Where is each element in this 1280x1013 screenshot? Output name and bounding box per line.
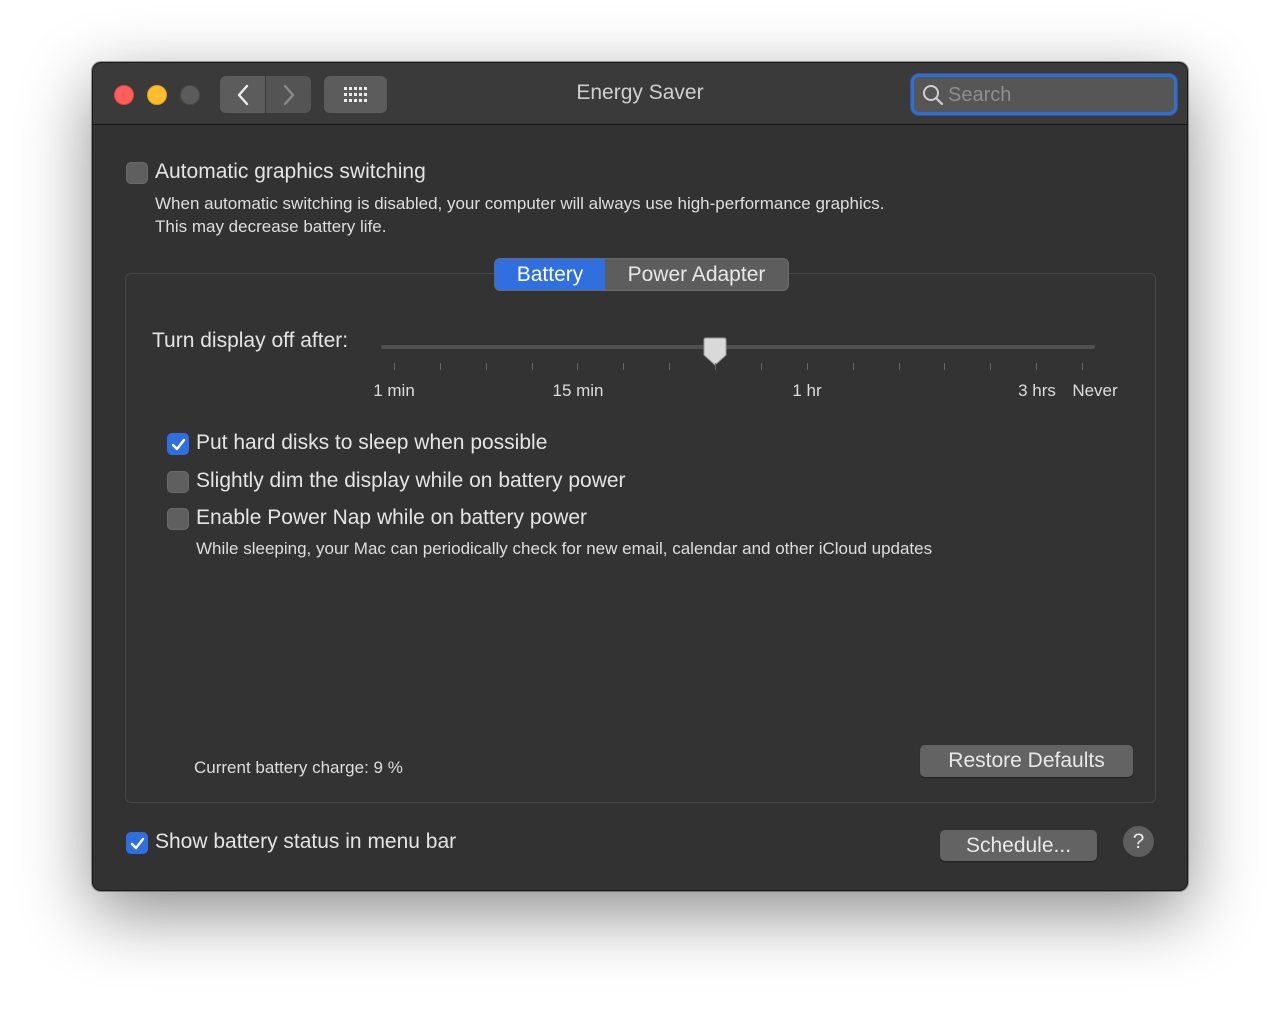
checkmark-icon	[171, 438, 186, 451]
slider-tick	[761, 363, 762, 370]
minimize-button[interactable]	[147, 85, 167, 105]
tick-label-15-min: 15 min	[552, 381, 604, 400]
slider-tick	[807, 363, 808, 370]
display-off-slider-track[interactable]	[381, 345, 1095, 349]
tab-battery[interactable]: Battery	[495, 259, 605, 290]
search-input[interactable]	[946, 81, 1166, 109]
power-nap-description: While sleeping, your Mac can periodicall…	[196, 539, 933, 558]
show-battery-status-label: Show battery status in menu bar	[155, 830, 457, 853]
tick-label-3-hrs: 3 hrs	[1018, 381, 1056, 400]
close-button[interactable]	[114, 85, 134, 105]
display-off-label: Turn display off after:	[152, 329, 349, 352]
zoom-button	[180, 85, 200, 105]
tab-power-adapter[interactable]: Power Adapter	[605, 259, 788, 290]
graphics-switching-label: Automatic graphics switching	[155, 160, 426, 183]
tick-label-never: Never	[1072, 381, 1118, 400]
schedule-button[interactable]: Schedule...	[940, 830, 1097, 861]
slider-tick	[440, 363, 441, 370]
graphics-description-line1: When automatic switching is disabled, yo…	[155, 194, 885, 213]
show-all-grid-icon	[343, 86, 367, 102]
slider-tick	[1082, 363, 1083, 370]
dim-display-checkbox[interactable]	[167, 471, 189, 493]
graphics-description-line2: This may decrease battery life.	[155, 217, 387, 236]
chevron-right-icon	[283, 84, 294, 105]
chevron-left-icon	[237, 84, 248, 105]
slider-tick	[623, 363, 624, 370]
power-nap-label: Enable Power Nap while on battery power	[196, 506, 588, 529]
help-button[interactable]: ?	[1123, 826, 1154, 857]
slider-tick	[1036, 363, 1037, 370]
search-icon	[923, 85, 944, 106]
show-battery-status-checkbox[interactable]	[126, 832, 148, 854]
slider-tick	[577, 363, 578, 370]
forward-button[interactable]	[265, 76, 311, 113]
power-source-tabs: Battery Power Adapter	[494, 258, 789, 291]
slider-tick	[899, 363, 900, 370]
hard-disks-sleep-label: Put hard disks to sleep when possible	[196, 431, 548, 454]
slider-tick	[853, 363, 854, 370]
tick-label-1-min: 1 min	[373, 381, 415, 400]
slider-tick	[944, 363, 945, 370]
title-bar: Energy Saver	[93, 63, 1187, 125]
battery-charge-text: Current battery charge: 9 %	[194, 758, 403, 777]
hard-disks-sleep-checkbox[interactable]	[167, 433, 189, 455]
slider-tick	[669, 363, 670, 370]
show-all-button[interactable]	[324, 76, 387, 113]
tick-label-1-hr: 1 hr	[792, 381, 822, 400]
search-field[interactable]	[911, 74, 1177, 115]
slider-tick	[715, 363, 716, 370]
power-nap-checkbox[interactable]	[167, 508, 189, 530]
dim-display-label: Slightly dim the display while on batter…	[196, 469, 626, 492]
back-button[interactable]	[220, 76, 265, 113]
slider-tick	[394, 363, 395, 370]
restore-defaults-button[interactable]: Restore Defaults	[920, 745, 1133, 777]
slider-tick	[532, 363, 533, 370]
energy-saver-window: Energy Saver Automatic graphics switchin…	[92, 62, 1188, 891]
graphics-switching-checkbox[interactable]	[126, 162, 148, 184]
checkmark-icon	[130, 837, 145, 850]
slider-tick	[990, 363, 991, 370]
navigation-buttons	[220, 76, 311, 113]
slider-tick	[486, 363, 487, 370]
